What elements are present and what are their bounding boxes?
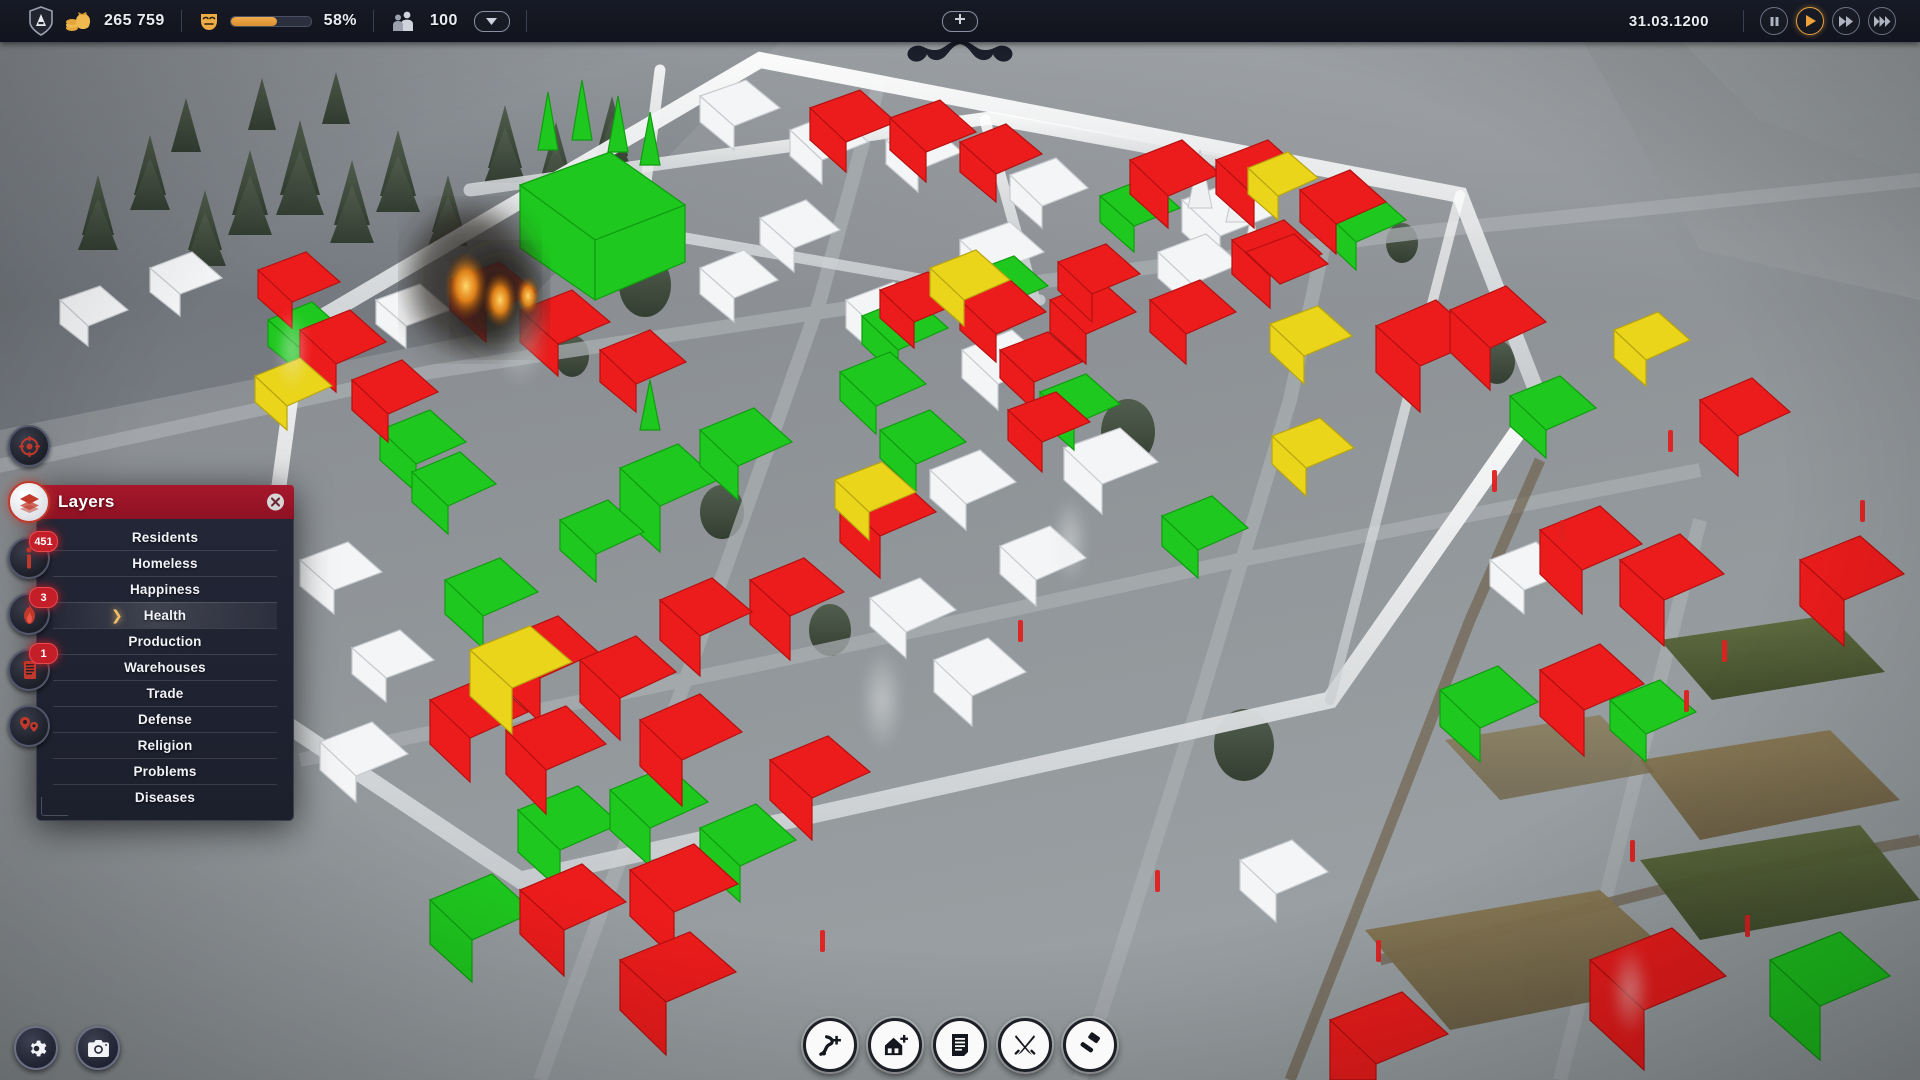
layer-item-label: Production xyxy=(128,634,201,649)
layer-item-homeless[interactable]: Homeless xyxy=(53,550,277,576)
layer-item-trade[interactable]: Trade xyxy=(53,680,277,706)
rail-button-layers[interactable] xyxy=(8,481,50,523)
layers-panel-body: Residents Homeless Happiness ❯ Health Product… xyxy=(36,519,294,821)
game-date: 31.03.1200 xyxy=(1629,13,1709,30)
faction-emblem-icon[interactable] xyxy=(28,6,54,36)
layer-item-diseases[interactable]: Diseases xyxy=(53,784,277,810)
happiness-value: 58% xyxy=(324,12,357,30)
layer-item-label: Defense xyxy=(138,712,192,727)
layer-item-health[interactable]: ❯ Health xyxy=(53,602,277,628)
crossed-swords-icon xyxy=(1012,1032,1038,1058)
panel-title: Layers xyxy=(58,492,115,512)
layer-item-religion[interactable]: Religion xyxy=(53,732,277,758)
decrees-button[interactable] xyxy=(933,1018,987,1072)
rail-button-fires[interactable]: 3 xyxy=(8,593,50,635)
left-tool-rail: 451 3 1 xyxy=(8,425,50,747)
layers-list: Residents Homeless Happiness ❯ Health Product… xyxy=(37,525,293,810)
screenshot-button[interactable] xyxy=(76,1026,120,1070)
layer-item-label: Happiness xyxy=(130,582,200,597)
people-icon xyxy=(390,10,416,32)
layer-item-production[interactable]: Production xyxy=(53,628,277,654)
layers-panel: Layers Residents Homeless Happiness ❯ Health… xyxy=(36,485,294,821)
layer-item-label: Religion xyxy=(138,738,193,753)
layer-item-label: Residents xyxy=(132,530,198,545)
gear-icon xyxy=(26,1038,47,1059)
speed-controls xyxy=(1760,7,1896,35)
crosshair-icon xyxy=(19,436,40,457)
bottom-center-toolbar xyxy=(803,1018,1117,1072)
money-value: 265 759 xyxy=(104,12,165,30)
population-value: 100 xyxy=(430,12,458,30)
badge-decrees: 1 xyxy=(29,643,58,664)
rail-button-decrees[interactable]: 1 xyxy=(8,649,50,691)
camera-icon xyxy=(87,1039,110,1058)
document-icon xyxy=(948,1032,972,1058)
layer-item-residents[interactable]: Residents xyxy=(37,525,293,550)
plus-icon xyxy=(954,12,966,30)
badge-information: 451 xyxy=(29,531,58,552)
population-dropdown-button[interactable] xyxy=(474,11,510,32)
layer-item-label: Problems xyxy=(133,764,196,779)
happiness-bar xyxy=(230,16,312,27)
settings-button[interactable] xyxy=(14,1026,58,1070)
layer-item-defense[interactable]: Defense xyxy=(53,706,277,732)
layers-icon xyxy=(19,492,40,513)
corner-ornament xyxy=(41,797,68,816)
play-button[interactable] xyxy=(1796,7,1824,35)
demolish-button[interactable] xyxy=(1063,1018,1117,1072)
happy-mask-icon xyxy=(198,10,220,32)
divider xyxy=(526,10,527,32)
layer-item-problems[interactable]: Problems xyxy=(53,758,277,784)
top-resource-bar: 265 759 58% 100 xyxy=(0,0,1920,42)
layer-item-label: Health xyxy=(144,608,186,623)
layers-panel-header: Layers xyxy=(36,485,294,519)
bottom-left-tools xyxy=(14,1026,120,1070)
rail-button-target[interactable] xyxy=(8,425,50,467)
layer-item-warehouses[interactable]: Warehouses xyxy=(53,654,277,680)
divider xyxy=(1743,10,1744,32)
military-button[interactable] xyxy=(998,1018,1052,1072)
hammer-icon xyxy=(1077,1032,1103,1058)
layer-item-label: Warehouses xyxy=(124,660,206,675)
layer-item-label: Homeless xyxy=(132,556,197,571)
close-icon[interactable] xyxy=(267,494,284,511)
house-plus-icon xyxy=(882,1033,909,1058)
pause-button[interactable] xyxy=(1760,7,1788,35)
chevron-right-icon: ❯ xyxy=(111,607,123,624)
rail-button-markers[interactable] xyxy=(8,705,50,747)
very-fast-forward-button[interactable] xyxy=(1868,7,1896,35)
badge-fires: 3 xyxy=(29,587,58,608)
fast-forward-button[interactable] xyxy=(1832,7,1860,35)
map-markers-icon xyxy=(18,716,40,737)
happiness-bar-fill xyxy=(231,17,277,26)
divider xyxy=(373,10,374,32)
road-build-button[interactable] xyxy=(803,1018,857,1072)
building-build-button[interactable] xyxy=(868,1018,922,1072)
rail-button-information[interactable]: 451 xyxy=(8,537,50,579)
layer-item-label: Diseases xyxy=(135,790,195,805)
add-panel-button[interactable] xyxy=(942,11,978,32)
divider xyxy=(181,10,182,32)
layer-item-label: Trade xyxy=(146,686,183,701)
coin-bag-icon xyxy=(66,9,94,33)
chevron-down-icon xyxy=(486,12,497,30)
road-plus-icon xyxy=(817,1032,844,1059)
layer-item-happiness[interactable]: Happiness xyxy=(53,576,277,602)
